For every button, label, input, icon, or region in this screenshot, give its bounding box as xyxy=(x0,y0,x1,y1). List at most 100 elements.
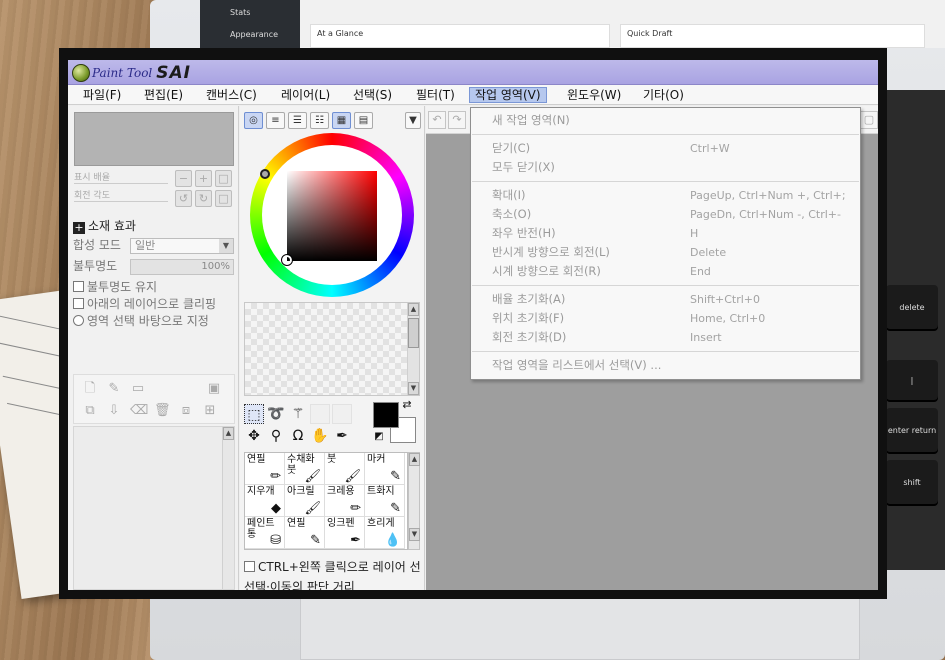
scratchpad[interactable]: ▲ ▼ xyxy=(244,302,420,396)
menu-file[interactable]: 파일(F) xyxy=(78,87,126,103)
menu-other[interactable]: 기타(O) xyxy=(638,87,689,103)
clear-layer-icon[interactable]: ⌫ xyxy=(130,403,148,419)
layer-mask-icon[interactable]: ▣ xyxy=(206,381,222,397)
menu-item-close-all[interactable]: 모두 닫기(X) xyxy=(471,158,860,177)
selection-source-radio[interactable]: 영역 선택 바탕으로 지정 xyxy=(73,313,209,330)
new-linework-icon[interactable]: ✎ xyxy=(106,381,122,397)
flatten-icon[interactable]: ⊞ xyxy=(202,403,218,419)
zoom-slider[interactable]: 표시 배율 xyxy=(74,170,168,184)
menu-item-reset-position[interactable]: 위치 초기화(F) Home, Ctrl+0 xyxy=(471,309,860,328)
wp-sidebar-item: Stats xyxy=(230,8,251,17)
menu-item-rotate-cw[interactable]: 시계 방향으로 회전(R) End xyxy=(471,262,860,281)
rotate-icon[interactable]: Ω xyxy=(288,426,308,446)
layer-list[interactable]: ▲ xyxy=(73,426,235,590)
brush-marker[interactable]: 마커 ✎ xyxy=(365,453,405,485)
brush-blur[interactable]: 흐리게 💧 xyxy=(365,517,405,549)
zoom-icon[interactable]: ⚲ xyxy=(266,426,286,446)
foreground-color[interactable] xyxy=(373,402,399,428)
menu-item-select-workspace[interactable]: 작업 영역을 리스트에서 선택(V) ... xyxy=(471,356,860,375)
scroll-down-icon[interactable]: ▼ xyxy=(408,382,419,395)
scroll-thumb[interactable] xyxy=(408,318,419,348)
menu-item-rotate-ccw[interactable]: 반시계 방향으로 회전(L) Delete xyxy=(471,243,860,262)
rotate-left-button[interactable]: ↺ xyxy=(175,190,192,207)
scratchpad-scrollbar[interactable]: ▲ ▼ xyxy=(407,303,419,395)
brush-pencil[interactable]: 연필 ✏ xyxy=(245,453,285,485)
rgb-slider-tab[interactable]: ≡ xyxy=(266,112,285,129)
menu-item-zoom-in[interactable]: 확대(I) PageUp, Ctrl+Num +, Ctrl+; xyxy=(471,186,860,205)
new-folder-icon[interactable]: ▭ xyxy=(130,381,146,397)
ctrl-click-option[interactable]: CTRL+왼쪽 클릭으로 레이어 선 xyxy=(244,558,421,575)
brush-scroll-track[interactable]: ▲ ▼ xyxy=(409,453,420,549)
layer-list-scrollbar[interactable]: ▲ xyxy=(222,427,234,589)
swap-colors-icon[interactable]: ⇄ xyxy=(400,398,414,412)
menu-canvas[interactable]: 캔버스(C) xyxy=(201,87,262,103)
menu-item-flip-horizontal[interactable]: 좌우 반전(H) H xyxy=(471,224,860,243)
merge-down-icon[interactable]: ⇩ xyxy=(106,403,122,419)
brush-crayon[interactable]: 크레용 ✏ xyxy=(325,485,365,517)
menu-item-zoom-out[interactable]: 축소(O) PageDn, Ctrl+Num -, Ctrl+- xyxy=(471,205,860,224)
brush-pencil-2[interactable]: 연필 ✎ xyxy=(285,517,325,549)
shortcut: Insert xyxy=(690,331,722,344)
trash-icon[interactable]: 🗑 xyxy=(154,403,171,419)
hue-knob[interactable] xyxy=(260,169,270,179)
menu-window[interactable]: 윈도우(W) xyxy=(562,87,626,103)
brush-watercolor[interactable]: 수채화붓 🖌 xyxy=(285,453,325,485)
toolbar-button[interactable]: ▢ xyxy=(860,111,878,129)
menu-item-reset-rotation[interactable]: 회전 초기화(D) Insert xyxy=(471,328,860,347)
zoom-reset-button[interactable]: □ xyxy=(215,170,232,187)
rotate-right-button[interactable]: ↻ xyxy=(195,190,212,207)
reset-colors-icon[interactable]: ◩ xyxy=(372,430,386,444)
scratchpad-tab[interactable]: ▤ xyxy=(354,112,373,129)
effects-toggle[interactable]: + 소재 효과 xyxy=(73,218,136,235)
zoom-in-button[interactable]: + xyxy=(195,170,212,187)
scroll-up-icon[interactable]: ▲ xyxy=(223,427,234,440)
brush-inkpen[interactable]: 잉크펜 ✒ xyxy=(325,517,365,549)
rect-select-icon[interactable]: ⬚ xyxy=(244,404,264,424)
sv-knob[interactable] xyxy=(281,254,293,266)
swatches-tab[interactable]: ▦ xyxy=(332,112,351,129)
brush-grid-scrollbar[interactable]: ▲ ▼ xyxy=(408,452,420,550)
color-wheel-tab[interactable]: ◎ xyxy=(244,112,263,129)
move-icon[interactable]: ✥ xyxy=(244,426,264,446)
brush-brush[interactable]: 붓 🖌 xyxy=(325,453,365,485)
color-mix-tab[interactable]: ☷ xyxy=(310,112,329,129)
scroll-up-icon[interactable]: ▲ xyxy=(408,303,419,316)
menu-filter[interactable]: 필터(T) xyxy=(411,87,460,103)
lasso-icon[interactable]: ➰ xyxy=(266,404,286,424)
color-wheel[interactable] xyxy=(250,133,414,297)
hand-icon[interactable]: ✋ xyxy=(310,426,330,446)
hsv-slider-tab[interactable]: ☰ xyxy=(288,112,307,129)
scroll-down-icon[interactable]: ▼ xyxy=(409,528,420,541)
merge-visible-icon[interactable]: ⧈ xyxy=(178,403,194,419)
redo-icon[interactable]: ↷ xyxy=(448,111,466,129)
opacity-slider[interactable]: 100% xyxy=(130,259,234,275)
brush-bucket[interactable]: 페인트통 ⛁ xyxy=(245,517,285,549)
brush-eraser[interactable]: 지우개 ◆ xyxy=(245,485,285,517)
saturation-value-square[interactable] xyxy=(287,171,377,261)
undo-icon[interactable]: ↶ xyxy=(428,111,446,129)
bucket-icon: ⛁ xyxy=(270,533,281,548)
rotate-reset-button[interactable]: □ xyxy=(215,190,232,207)
menu-edit[interactable]: 편집(E) xyxy=(139,87,188,103)
blend-mode-select[interactable]: 일반 xyxy=(130,238,234,254)
clipping-checkbox[interactable]: 아래의 레이어으로 클리핑 xyxy=(73,296,216,313)
panel-menu-button[interactable]: ▼ xyxy=(405,112,421,129)
rotation-slider[interactable]: 회전 각도 xyxy=(74,188,168,202)
menu-select[interactable]: 선택(S) xyxy=(348,87,397,103)
copy-layer-icon[interactable]: ⧉ xyxy=(82,403,98,419)
menu-workspace[interactable]: 작업 영역(V) xyxy=(469,87,547,103)
scroll-up-icon[interactable]: ▲ xyxy=(409,453,420,466)
menu-item-reset-zoom[interactable]: 배율 초기화(A) Shift+Ctrl+0 xyxy=(471,290,860,309)
brush-acrylic[interactable]: 아크릴 🖌 xyxy=(285,485,325,517)
wp-sidebar-item: Appearance xyxy=(230,30,279,39)
zoom-out-button[interactable]: − xyxy=(175,170,192,187)
eyedropper-icon[interactable]: ✒ xyxy=(332,426,352,446)
brush-paper[interactable]: 트화지 ✎ xyxy=(365,485,405,517)
magic-wand-icon[interactable]: ⚚ xyxy=(288,404,308,424)
menu-item-new-workspace[interactable]: 새 작업 영역(N) xyxy=(471,111,860,130)
navigator-preview[interactable] xyxy=(74,112,234,166)
preserve-opacity-checkbox[interactable]: 불투명도 유지 xyxy=(73,279,157,296)
menu-layer[interactable]: 레이어(L) xyxy=(276,87,335,103)
menu-item-close[interactable]: 닫기(C) Ctrl+W xyxy=(471,139,860,158)
new-layer-icon[interactable]: 🗋 xyxy=(82,381,98,397)
